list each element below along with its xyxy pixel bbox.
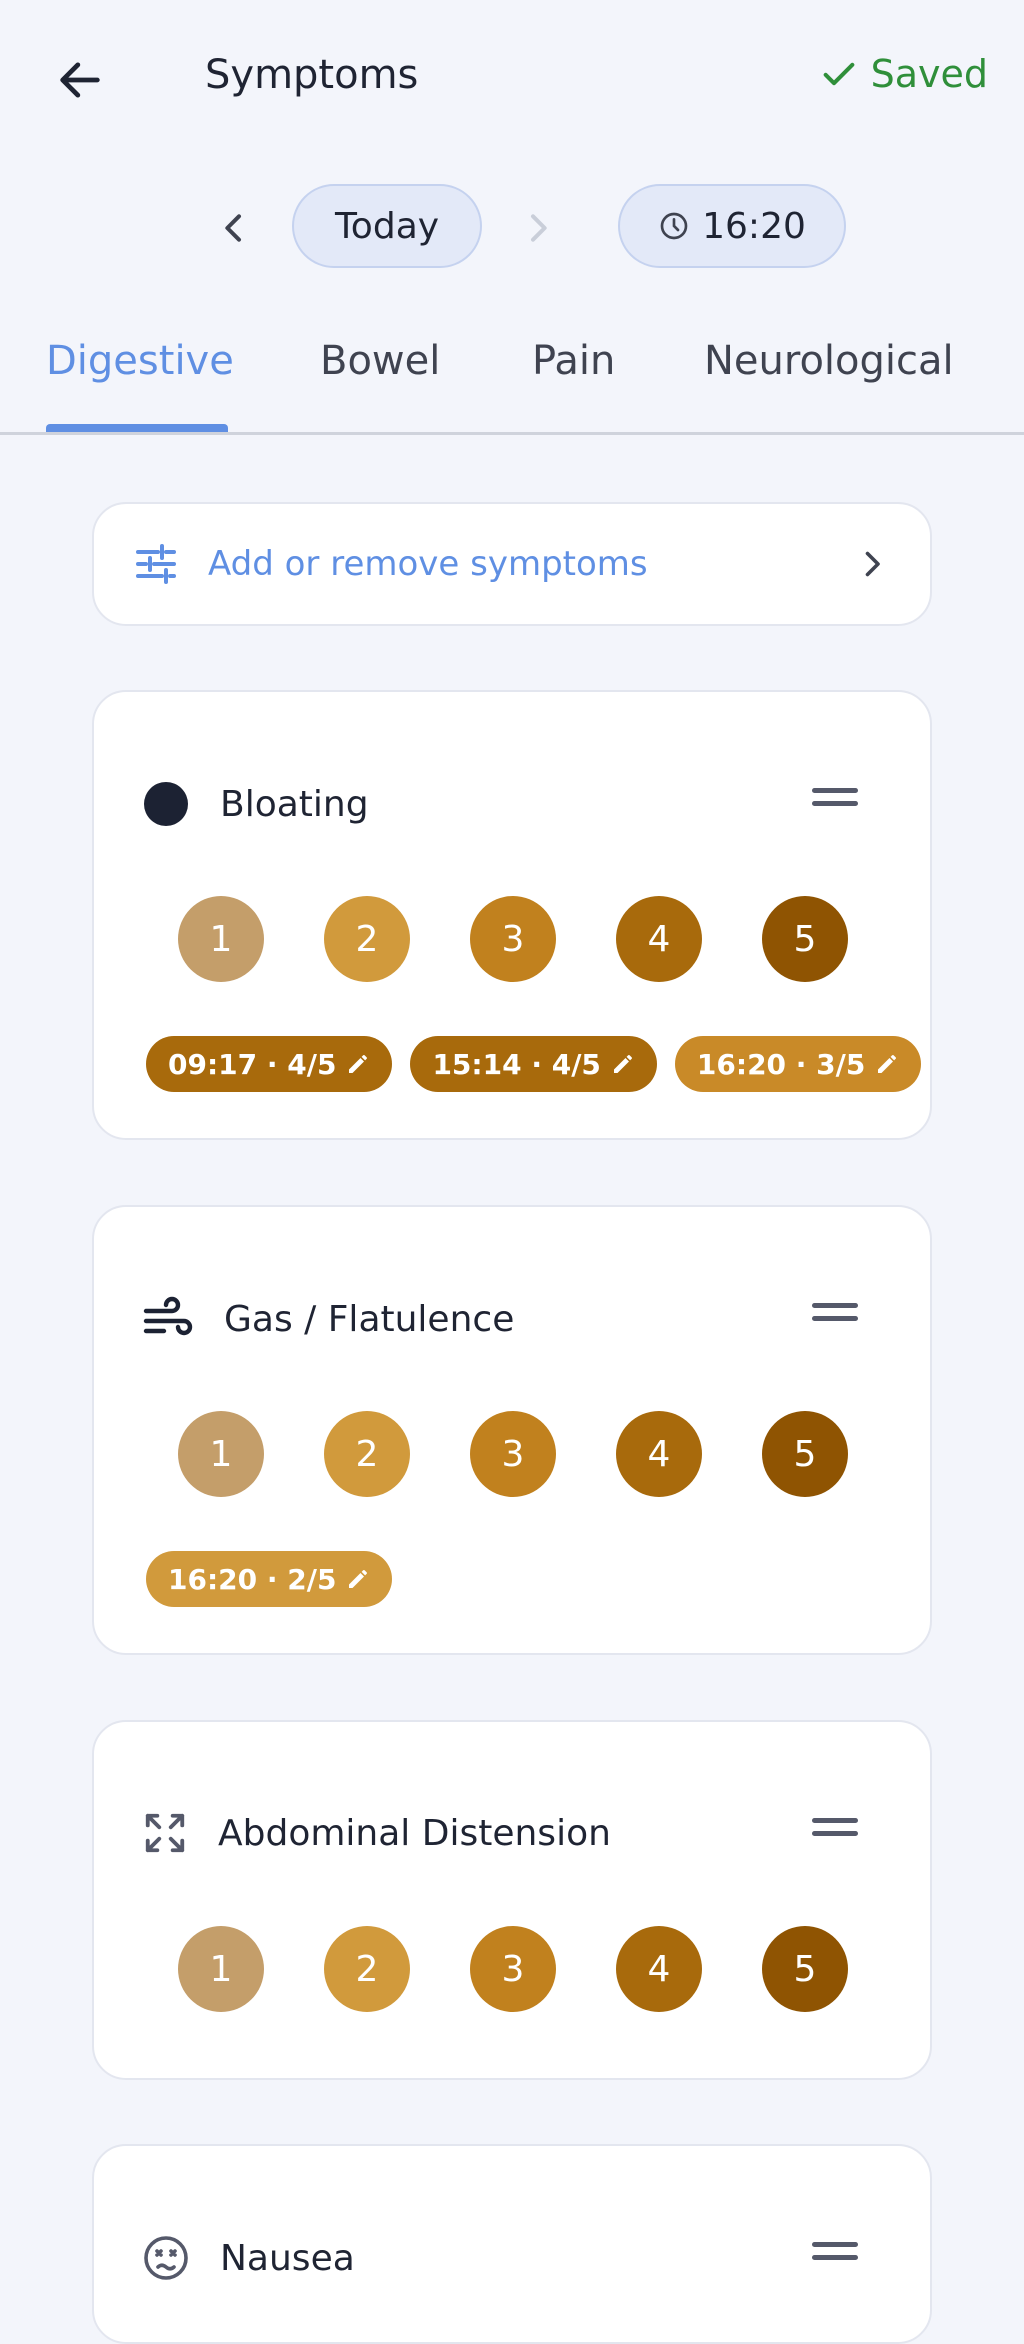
entry-chip[interactable]: 16:20 · 2/5 xyxy=(146,1551,393,1607)
previous-day-button[interactable] xyxy=(204,198,264,258)
symptom-name: Abdominal Distension xyxy=(218,1812,611,1854)
severity-4-button[interactable]: 4 xyxy=(616,1926,702,2012)
severity-scale: 1 2 3 4 5 xyxy=(178,896,848,982)
chevron-left-icon xyxy=(225,214,241,242)
severity-1-button[interactable]: 1 xyxy=(178,1926,264,2012)
arrow-left-icon xyxy=(60,62,100,98)
severity-scale: 1 2 3 4 5 xyxy=(178,1411,848,1497)
severity-5-button[interactable]: 5 xyxy=(762,896,848,982)
active-tab-indicator xyxy=(46,424,228,432)
pencil-icon xyxy=(878,1055,897,1073)
symptom-name: Gas / Flatulence xyxy=(224,1298,515,1340)
severity-2-button[interactable]: 2 xyxy=(324,1926,410,2012)
entry-label: 09:17 · 4/5 xyxy=(168,1047,337,1081)
pencil-icon xyxy=(349,1570,368,1588)
date-time-bar: Today 16:20 xyxy=(0,180,1024,276)
severity-scale: 1 2 3 4 5 xyxy=(178,1926,848,2012)
time-pill[interactable]: 16:20 xyxy=(618,184,846,268)
drag-handle[interactable] xyxy=(812,2242,858,2266)
date-label: Today xyxy=(334,205,440,247)
entry-label: 15:14 · 4/5 xyxy=(432,1047,601,1081)
wind-icon xyxy=(143,1296,193,1336)
logged-entries: 09:17 · 4/5 15:14 · 4/5 16:20 · 3/5 xyxy=(146,1036,922,1092)
severity-1-button[interactable]: 1 xyxy=(178,896,264,982)
severity-5-button[interactable]: 5 xyxy=(762,1926,848,2012)
sliders-icon xyxy=(136,544,176,584)
chevron-right-icon xyxy=(865,551,880,577)
filled-circle-icon xyxy=(144,782,188,826)
symptom-card-bloating: Bloating 1 2 3 4 5 09:17 · 4/5 15:14 · 4… xyxy=(92,690,932,1140)
sick-face-icon xyxy=(144,2236,188,2280)
next-day-button[interactable] xyxy=(508,198,568,258)
saved-label: Saved xyxy=(870,52,988,96)
symptom-name: Bloating xyxy=(220,783,369,825)
back-button[interactable] xyxy=(40,40,120,120)
drag-handle[interactable] xyxy=(812,1303,858,1327)
drag-handle[interactable] xyxy=(812,788,858,812)
saved-status: Saved xyxy=(819,52,988,96)
severity-3-button[interactable]: 3 xyxy=(470,1411,556,1497)
expand-icon xyxy=(145,1813,185,1853)
add-remove-symptoms-button[interactable]: Add or remove symptoms xyxy=(92,502,932,626)
chevron-right-icon xyxy=(531,214,547,242)
drag-handle[interactable] xyxy=(812,1818,858,1842)
severity-3-button[interactable]: 3 xyxy=(470,1926,556,2012)
top-bar: Symptoms Saved xyxy=(0,0,1024,160)
date-pill[interactable]: Today xyxy=(292,184,482,268)
category-tabs: Digestive Bowel Pain Neurological xyxy=(0,322,1024,435)
pencil-icon xyxy=(349,1055,368,1073)
severity-3-button[interactable]: 3 xyxy=(470,896,556,982)
severity-5-button[interactable]: 5 xyxy=(762,1411,848,1497)
tab-digestive[interactable]: Digestive xyxy=(46,338,234,384)
entry-label: 16:20 · 2/5 xyxy=(168,1562,337,1596)
severity-2-button[interactable]: 2 xyxy=(324,896,410,982)
entry-chip[interactable]: 16:20 · 3/5 xyxy=(674,1036,922,1092)
add-remove-label: Add or remove symptoms xyxy=(208,544,648,584)
check-icon xyxy=(823,62,854,86)
clock-icon xyxy=(660,212,688,240)
tab-neurological[interactable]: Neurological xyxy=(704,338,954,384)
severity-1-button[interactable]: 1 xyxy=(178,1411,264,1497)
entry-label: 16:20 · 3/5 xyxy=(696,1047,866,1081)
entry-chip[interactable]: 15:14 · 4/5 xyxy=(410,1036,657,1092)
pencil-icon xyxy=(613,1055,632,1073)
symptom-header: Bloating xyxy=(142,780,369,828)
symptom-card-abdominal-distension: Abdominal Distension 1 2 3 4 5 xyxy=(92,1720,932,2080)
severity-2-button[interactable]: 2 xyxy=(324,1411,410,1497)
symptom-header: Nausea xyxy=(142,2234,355,2282)
severity-4-button[interactable]: 4 xyxy=(616,896,702,982)
time-label: 16:20 xyxy=(702,205,806,247)
symptom-card-nausea: Nausea xyxy=(92,2144,932,2344)
entry-chip[interactable]: 09:17 · 4/5 xyxy=(146,1036,393,1092)
logged-entries: 16:20 · 2/5 xyxy=(146,1551,393,1607)
tab-pain[interactable]: Pain xyxy=(532,338,615,384)
tab-bowel[interactable]: Bowel xyxy=(320,338,440,384)
symptom-header: Gas / Flatulence xyxy=(142,1295,514,1343)
page-title: Symptoms xyxy=(205,52,419,98)
symptom-name: Nausea xyxy=(220,2237,355,2279)
symptom-header: Abdominal Distension xyxy=(142,1810,611,1856)
symptom-card-gas-flatulence: Gas / Flatulence 1 2 3 4 5 16:20 · 2/5 xyxy=(92,1205,932,1655)
severity-4-button[interactable]: 4 xyxy=(616,1411,702,1497)
